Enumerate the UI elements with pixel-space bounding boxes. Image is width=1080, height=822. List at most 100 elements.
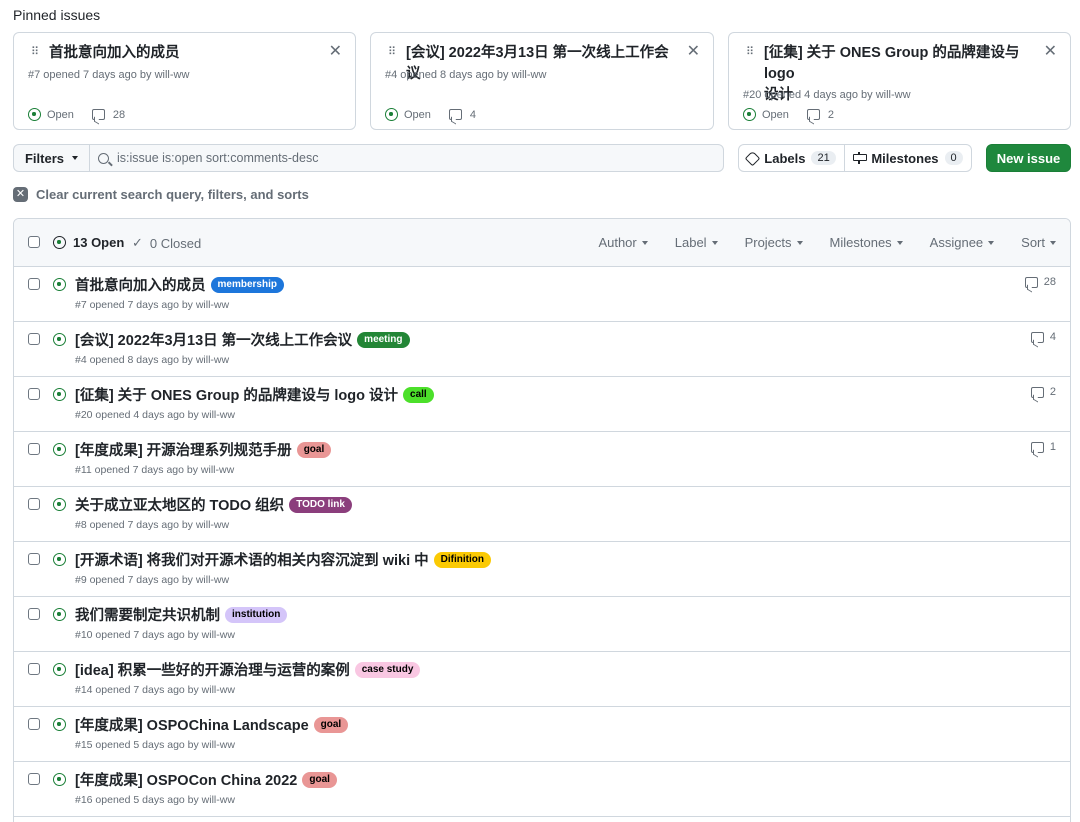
title-line: [征集] 关于 ONES Group 的品牌建设与 logo bbox=[764, 45, 1020, 82]
milestones-button[interactable]: Milestones 0 bbox=[844, 144, 972, 172]
comment-count: 28 bbox=[1043, 276, 1056, 288]
issue-title-link[interactable]: 首批意向加入的成员 bbox=[75, 274, 206, 295]
issue-label[interactable]: meeting bbox=[357, 331, 410, 348]
milestone-icon bbox=[853, 152, 868, 164]
closed-count: 0 Closed bbox=[149, 235, 202, 251]
comment-count: 4 bbox=[1049, 331, 1056, 343]
issue-label[interactable]: goal bbox=[313, 716, 349, 733]
comment-count: 28 bbox=[112, 108, 126, 121]
filters-button[interactable]: Filters bbox=[13, 144, 90, 172]
labels-button[interactable]: Labels 21 bbox=[738, 144, 845, 172]
issue-title-link[interactable]: 我们需要制定共识机制 bbox=[75, 604, 220, 625]
issue-title-link[interactable]: [idea] 积累一些好的开源治理与运营的案例 bbox=[75, 659, 350, 680]
issue-meta: #11 opened 7 days ago by will-ww bbox=[75, 464, 235, 476]
issue-checkbox[interactable] bbox=[28, 718, 40, 730]
issue-checkbox[interactable] bbox=[28, 663, 40, 675]
issue-meta: #20 opened 4 days ago by will-ww bbox=[75, 409, 235, 421]
issue-label[interactable]: call bbox=[403, 386, 434, 403]
assignee-menu[interactable]: Assignee bbox=[930, 235, 995, 250]
issue-checkbox[interactable] bbox=[28, 773, 40, 785]
issue-label[interactable]: goal bbox=[302, 771, 337, 788]
issue-open-icon bbox=[53, 773, 66, 786]
issue-row: [idea] 积累一些好的开源治理与运营的案例 case study #14 o… bbox=[14, 652, 1070, 707]
issue-open-icon bbox=[385, 108, 398, 121]
issue-open-icon bbox=[53, 608, 66, 621]
issue-label[interactable]: membership bbox=[210, 276, 284, 293]
milestones-menu[interactable]: Milestones bbox=[830, 235, 903, 250]
drag-handle-icon[interactable]: ⠿ bbox=[746, 45, 756, 59]
comment-count: 2 bbox=[827, 108, 835, 121]
issue-open-icon bbox=[28, 108, 41, 121]
issue-label[interactable]: case study bbox=[354, 661, 421, 678]
unpin-close-icon[interactable]: ✕ bbox=[329, 43, 342, 61]
drag-handle-icon[interactable]: ⠿ bbox=[31, 45, 41, 59]
issue-title-link[interactable]: 关于成立亚太地区的 TODO 组织 bbox=[75, 494, 284, 515]
issue-meta: #14 opened 7 days ago by will-ww bbox=[75, 684, 235, 696]
projects-menu[interactable]: Projects bbox=[745, 235, 803, 250]
issue-checkbox[interactable] bbox=[28, 608, 40, 620]
drag-handle-icon[interactable]: ⠿ bbox=[388, 45, 398, 59]
unpin-close-icon[interactable]: ✕ bbox=[687, 43, 700, 61]
pinned-card[interactable]: ⠿ 首批意向加入的成员 ✕ #7 opened 7 days ago by wi… bbox=[13, 32, 356, 130]
issue-checkbox[interactable] bbox=[28, 388, 40, 400]
issue-checkbox[interactable] bbox=[28, 333, 40, 345]
unpin-close-icon[interactable]: ✕ bbox=[1044, 43, 1057, 61]
milestones-label: Milestones bbox=[871, 150, 939, 166]
comment-icon bbox=[1030, 441, 1044, 453]
issue-checkbox[interactable] bbox=[28, 498, 40, 510]
comment-icon bbox=[448, 109, 462, 120]
issue-comments-link[interactable]: 2 bbox=[1030, 386, 1056, 398]
issue-meta: #7 opened 7 days ago by will-ww bbox=[75, 299, 230, 311]
comment-count: 4 bbox=[469, 108, 477, 121]
sort-menu[interactable]: Sort bbox=[1021, 235, 1056, 250]
issue-row: 我们需要制定共识机制 institution #10 opened 7 days… bbox=[14, 597, 1070, 652]
issue-meta: #15 opened 5 days ago by will-ww bbox=[75, 739, 235, 751]
tag-icon bbox=[745, 150, 761, 166]
pinned-card-footer: Open 4 bbox=[385, 108, 476, 121]
filter-menus: Author Label Projects Milestones Assigne… bbox=[598, 235, 1056, 250]
issue-comments-link[interactable]: 4 bbox=[1030, 331, 1056, 343]
check-icon: ✓ bbox=[132, 235, 143, 250]
issue-title-link[interactable]: [年度成果] OSPOChina Landscape bbox=[75, 714, 309, 735]
issue-title-link[interactable]: [会议] 2022年3月13日 第一次线上工作会议 bbox=[75, 329, 352, 350]
status-text: Open bbox=[47, 108, 74, 121]
select-all-checkbox[interactable] bbox=[28, 236, 40, 248]
issue-title-link[interactable]: [年度成果] OSPOCon China 2022 bbox=[75, 769, 297, 790]
pinned-card-title[interactable]: 首批意向加入的成员 bbox=[49, 43, 319, 64]
issue-checkbox[interactable] bbox=[28, 278, 40, 290]
issue-open-icon bbox=[53, 718, 66, 731]
issue-title-link[interactable]: [年度成果] 开源治理系列规范手册 bbox=[75, 439, 292, 460]
pinned-card-footer: Open 2 bbox=[743, 108, 834, 121]
issue-title-link[interactable]: [征集] 关于 ONES Group 的品牌建设与 logo 设计 bbox=[75, 384, 398, 405]
issue-open-icon bbox=[53, 278, 66, 291]
issue-label[interactable]: goal bbox=[296, 441, 332, 458]
pinned-card[interactable]: ⠿ [征集] 关于 ONES Group 的品牌建设与 logo 设计 ✕ #2… bbox=[728, 32, 1071, 130]
issue-open-icon bbox=[53, 663, 66, 676]
issue-label[interactable]: TODO link bbox=[289, 496, 352, 513]
caret-down-icon bbox=[988, 240, 995, 245]
issue-label[interactable]: Difinition bbox=[433, 551, 491, 568]
clear-filters-link[interactable]: ✕ Clear current search query, filters, a… bbox=[13, 187, 309, 202]
pinned-card-meta: #4 opened 8 days ago by will-ww bbox=[385, 69, 547, 81]
issue-checkbox[interactable] bbox=[28, 553, 40, 565]
label-menu[interactable]: Label bbox=[675, 235, 718, 250]
issue-label[interactable]: institution bbox=[225, 606, 288, 623]
pinned-card[interactable]: ⠿ [会议] 2022年3月13日 第一次线上工作会议 ✕ #4 opened … bbox=[370, 32, 714, 130]
search-input[interactable] bbox=[117, 151, 697, 165]
issue-row: 关于成立亚太地区的 TODO 组织 TODO link #8 opened 7 … bbox=[14, 487, 1070, 542]
search-icon bbox=[98, 152, 109, 164]
closed-issues-tab[interactable]: ✓ 0 Closed bbox=[132, 235, 201, 251]
author-menu[interactable]: Author bbox=[598, 235, 648, 250]
caret-down-icon bbox=[796, 240, 803, 245]
new-issue-button[interactable]: New issue bbox=[986, 144, 1071, 172]
issue-checkbox[interactable] bbox=[28, 443, 40, 455]
issue-comments-link[interactable]: 28 bbox=[1024, 276, 1056, 288]
open-issues-tab[interactable]: 13 Open bbox=[53, 235, 124, 250]
issue-meta: #16 opened 5 days ago by will-ww bbox=[75, 794, 235, 806]
labels-count: 21 bbox=[811, 151, 836, 165]
issue-comments-link[interactable]: 1 bbox=[1030, 441, 1056, 453]
issue-row: [年度成果] OSPOChina Landscape goal #15 open… bbox=[14, 707, 1070, 762]
search-box[interactable] bbox=[89, 144, 724, 172]
x-icon: ✕ bbox=[13, 187, 28, 202]
issue-title-link[interactable]: [开源术语] 将我们对开源术语的相关内容沉淀到 wiki 中 bbox=[75, 549, 429, 570]
